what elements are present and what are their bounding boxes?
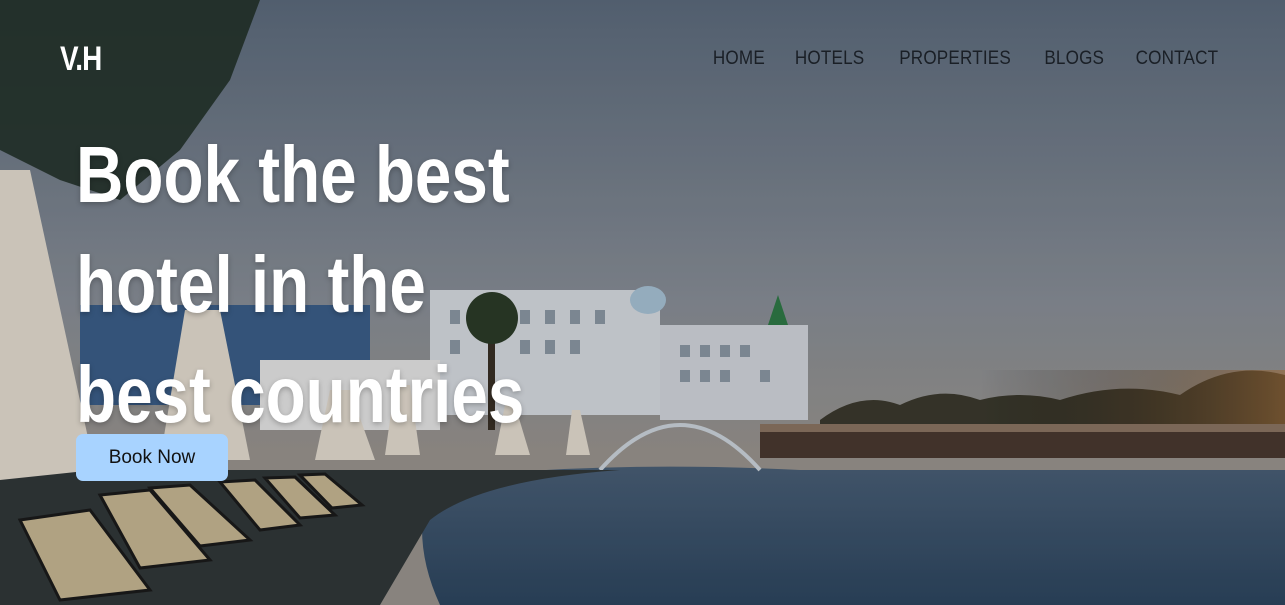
- book-now-button[interactable]: Book Now: [76, 434, 228, 481]
- nav-link-contact[interactable]: CONTACT: [1136, 48, 1219, 70]
- nav-link-hotels[interactable]: HOTELS: [795, 48, 864, 70]
- nav-link-blogs[interactable]: BLOGS: [1044, 48, 1104, 70]
- site-logo[interactable]: V.H: [60, 40, 102, 79]
- nav-link-home[interactable]: HOME: [712, 48, 764, 70]
- hero-headline: Book the best hotel in the best countrie…: [76, 130, 525, 439]
- hero-section: V.H HOME HOTELS PROPERTIES BLOGS CONTACT…: [0, 0, 1285, 605]
- nav-link-properties[interactable]: PROPERTIES: [899, 48, 1011, 70]
- main-nav: HOME HOTELS PROPERTIES BLOGS CONTACT: [710, 48, 1223, 70]
